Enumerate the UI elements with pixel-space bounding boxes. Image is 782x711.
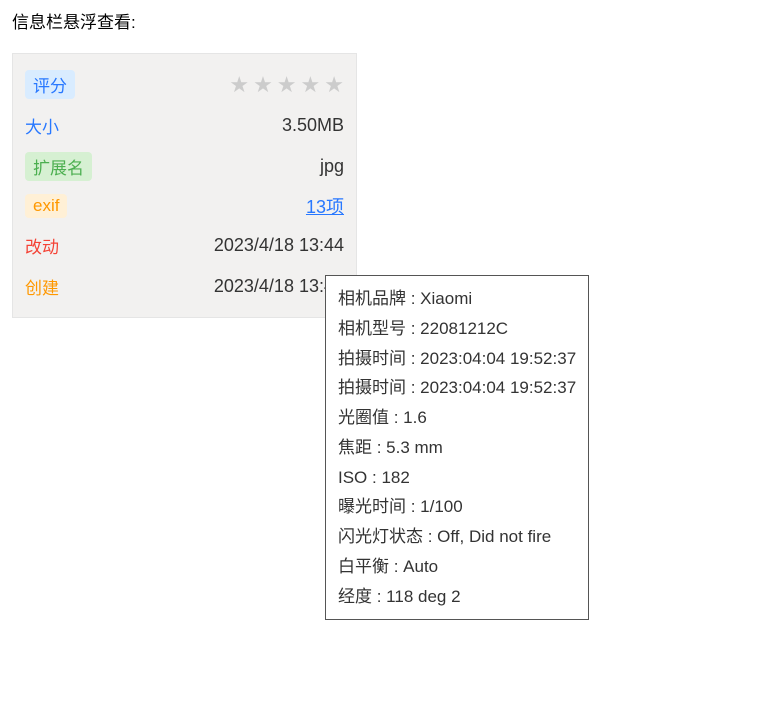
label-extension: 扩展名 xyxy=(25,152,92,181)
tooltip-line: 经度 : 118 deg 2 xyxy=(338,582,576,612)
tooltip-line: 白平衡 : Auto xyxy=(338,552,576,582)
star-icon[interactable]: ★ xyxy=(253,72,273,98)
tooltip-line: 拍摄时间 : 2023:04:04 19:52:37 xyxy=(338,373,576,403)
tooltip-line: 相机型号 : 22081212C xyxy=(338,314,576,344)
exif-tooltip: 相机品牌 : Xiaomi 相机型号 : 22081212C 拍摄时间 : 20… xyxy=(325,275,589,620)
label-size: 大小 xyxy=(25,111,59,140)
info-panel: 评分 ★ ★ ★ ★ ★ 大小 3.50MB 扩展名 jpg exif 13项 … xyxy=(12,53,357,318)
tooltip-line: 光圈值 : 1.6 xyxy=(338,403,576,433)
row-modified: 改动 2023/4/18 13:44 xyxy=(25,225,344,266)
star-icon[interactable]: ★ xyxy=(277,72,297,98)
row-created: 创建 2023/4/18 13:44 xyxy=(25,266,344,307)
tooltip-line: 焦距 : 5.3 mm xyxy=(338,433,576,463)
row-size: 大小 3.50MB xyxy=(25,105,344,146)
label-modified: 改动 xyxy=(25,231,59,260)
rating-stars[interactable]: ★ ★ ★ ★ ★ xyxy=(229,72,344,98)
star-icon[interactable]: ★ xyxy=(301,72,321,98)
tooltip-line: ISO : 182 xyxy=(338,463,576,493)
label-created: 创建 xyxy=(25,272,59,301)
label-exif: exif xyxy=(25,194,67,218)
label-rating: 评分 xyxy=(25,70,75,99)
tooltip-line: 曝光时间 : 1/100 xyxy=(338,492,576,522)
exif-link[interactable]: 13项 xyxy=(306,193,344,219)
star-icon[interactable]: ★ xyxy=(229,72,249,98)
tooltip-line: 拍摄时间 : 2023:04:04 19:52:37 xyxy=(338,344,576,374)
row-rating: 评分 ★ ★ ★ ★ ★ xyxy=(25,64,344,105)
row-exif: exif 13项 xyxy=(25,187,344,225)
tooltip-line: 相机品牌 : Xiaomi xyxy=(338,284,576,314)
value-modified: 2023/4/18 13:44 xyxy=(214,235,344,256)
section-heading: 信息栏悬浮查看: xyxy=(0,0,782,41)
value-size: 3.50MB xyxy=(282,115,344,136)
star-icon[interactable]: ★ xyxy=(324,72,344,98)
row-extension: 扩展名 jpg xyxy=(25,146,344,187)
value-extension: jpg xyxy=(320,156,344,177)
tooltip-line: 闪光灯状态 : Off, Did not fire xyxy=(338,522,576,552)
